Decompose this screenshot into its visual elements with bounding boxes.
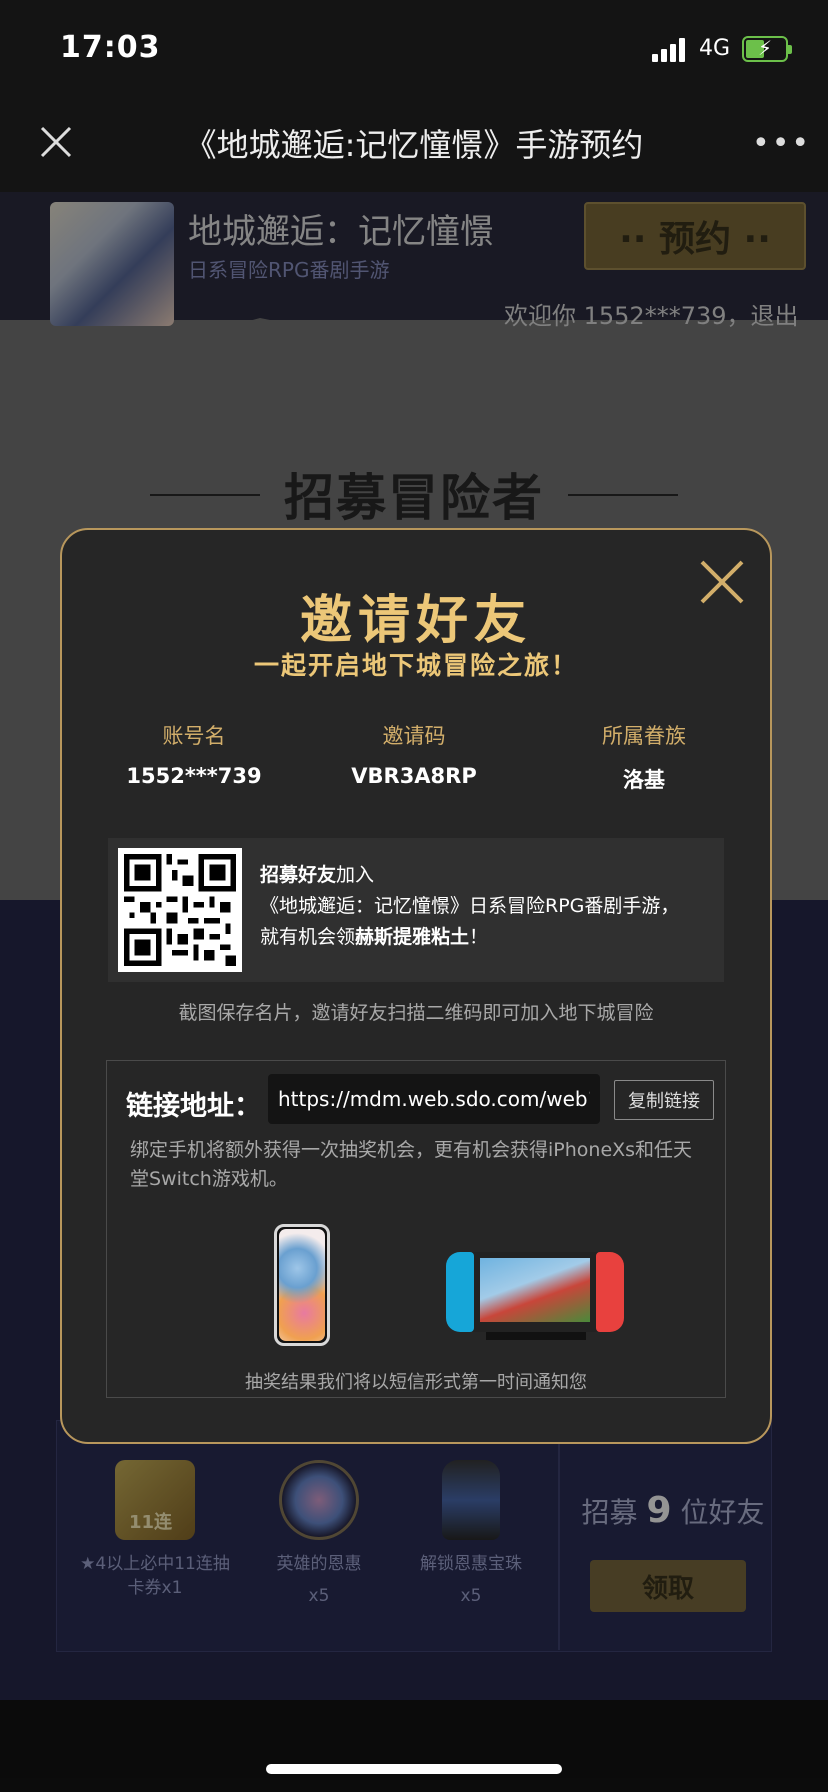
qr-text-bold: 招募好友: [260, 864, 337, 886]
clan-label: 所属眷族: [602, 724, 686, 748]
more-icon[interactable]: •••: [752, 126, 811, 161]
account-info: 账号名 1552***739: [84, 720, 304, 788]
battery-charging-icon: ⚡: [742, 36, 792, 62]
qr-hint: 截图保存名片，邀请好友扫描二维码即可加入地下城冒险: [178, 1002, 654, 1024]
signal-icon: [652, 38, 688, 62]
invite-code-label: 邀请码: [382, 724, 446, 748]
bonus-text: 绑定手机将额外获得一次抽奖机会，更有机会获得iPhoneXs和任天堂Switch…: [130, 1139, 693, 1190]
page-title: 《地城邂逅:记忆憧憬》手游预约: [184, 126, 644, 164]
qr-text: 《地城邂逅：记忆憧憬》日系冒险RPG番剧手游，: [260, 895, 680, 917]
invite-code-value: VBR3A8RP: [351, 764, 477, 788]
link-label: 链接地址：: [126, 1091, 261, 1122]
account-label: 账号名: [162, 724, 226, 748]
link-url-field[interactable]: [268, 1074, 600, 1124]
network-type: 4G: [699, 36, 731, 61]
clan-value: 洛基: [623, 768, 665, 792]
qr-text-bold: 赫斯提雅粘土: [355, 926, 470, 948]
invite-code-info: 邀请码 VBR3A8RP: [304, 720, 524, 788]
iphone-prize-image: [274, 1224, 330, 1346]
modal-title: 邀请好友: [299, 591, 532, 651]
qr-text: ！: [469, 926, 489, 948]
close-icon[interactable]: [36, 122, 76, 162]
copy-link-button[interactable]: 复制链接: [614, 1080, 714, 1120]
lottery-notice: 抽奖结果我们将以短信形式第一时间通知您: [245, 1372, 587, 1393]
status-time: 17:03: [60, 30, 161, 65]
qr-text: 加入: [336, 864, 375, 886]
clan-info: 所属眷族 洛基: [534, 720, 754, 794]
qr-text: 就有机会领: [260, 926, 356, 948]
qr-code: [118, 848, 242, 972]
home-indicator[interactable]: [266, 1764, 562, 1774]
account-value: 1552***739: [126, 764, 262, 788]
switch-prize-image: [446, 1252, 624, 1340]
qr-description: 招募好友加入 《地城邂逅：记忆憧憬》日系冒险RPG番剧手游， 就有机会领赫斯提雅…: [260, 860, 720, 953]
modal-subtitle: 一起开启地下城冒险之旅！: [253, 651, 578, 680]
